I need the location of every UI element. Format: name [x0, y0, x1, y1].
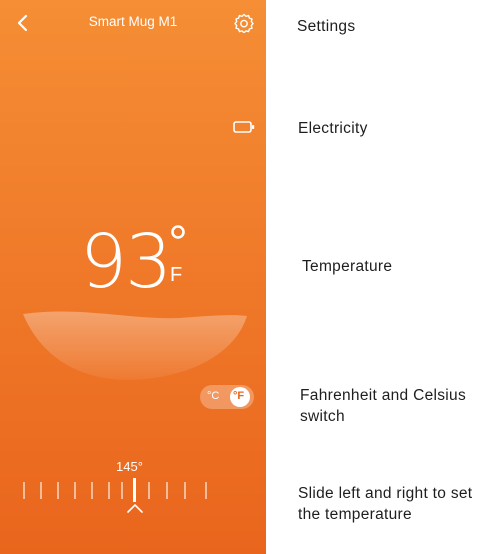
- fahrenheit-option[interactable]: °F: [233, 390, 244, 402]
- slider-tick: [205, 482, 207, 499]
- callout-temperature: Temperature: [302, 258, 393, 275]
- slider-tick: [23, 482, 25, 499]
- slider-tick: [184, 482, 186, 499]
- slider-tick: [40, 482, 42, 499]
- slider-tick: [148, 482, 150, 499]
- temperature-value: 93: [80, 219, 172, 305]
- temperature-unit: F: [170, 264, 183, 286]
- slider-tick: [74, 482, 76, 499]
- set-temperature-value: 145°: [116, 459, 143, 474]
- gear-icon[interactable]: [234, 13, 254, 33]
- slider-tick: [166, 482, 168, 499]
- celsius-option[interactable]: °C: [207, 390, 219, 402]
- callout-settings: Settings: [297, 18, 356, 35]
- temperature-slider[interactable]: [20, 476, 220, 506]
- degree-icon: [171, 225, 185, 239]
- callout-unit-switch: Fahrenheit and Celsius switch: [300, 387, 466, 425]
- caret-up-icon: [127, 504, 143, 513]
- slider-current-tick[interactable]: [133, 478, 136, 502]
- unit-toggle-switch[interactable]: °C °F: [200, 385, 254, 409]
- app-title: Smart Mug M1: [88, 14, 178, 29]
- slider-tick: [91, 482, 93, 499]
- liquid-wave-graphic: [23, 311, 247, 380]
- battery-icon: [233, 121, 255, 133]
- callout-electricity: Electricity: [298, 120, 368, 137]
- mug-app-screen: Smart Mug M1 93 F °C °F 145°: [0, 0, 266, 554]
- callout-slider: Slide left and right to set the temperat…: [298, 485, 473, 523]
- slider-tick: [108, 482, 110, 499]
- slider-tick: [57, 482, 59, 499]
- slider-tick: [121, 482, 123, 499]
